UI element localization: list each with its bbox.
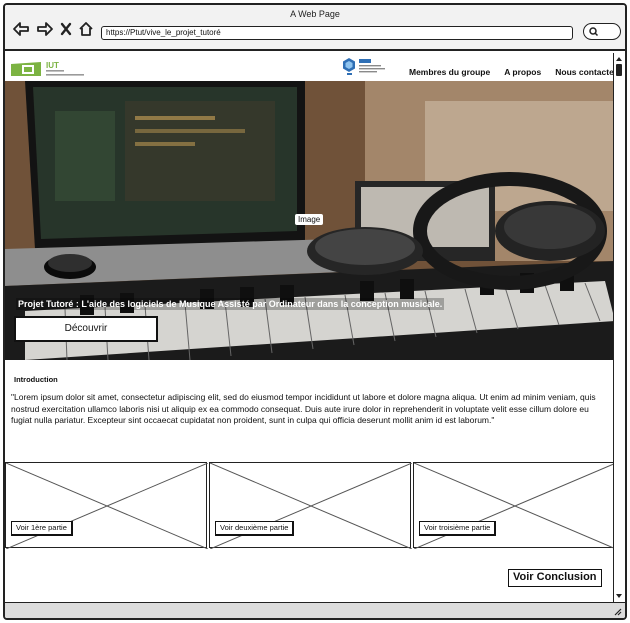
window-title: A Web Page [290, 9, 340, 19]
logo-text: IUT [46, 61, 59, 70]
info-department-logo[interactable] [342, 57, 388, 79]
image-placeholder-label: Image [295, 214, 324, 225]
browser-titlebar: A Web Page https://Ptut/vive_le_projet_t… [5, 5, 625, 51]
nav-link-members[interactable]: Membres du groupe [409, 67, 490, 77]
web-page: IUT Membres du groupe A propos Nous cont… [5, 53, 615, 602]
image-placeholder-icon [414, 463, 615, 549]
nav-link-contact[interactable]: Nous contacter [555, 67, 615, 77]
hero-title: Projet Tutoré : L'aide des logiciels de … [16, 298, 445, 310]
part-2-button[interactable]: Voir deuxième partie [215, 521, 295, 536]
conclusion-button[interactable]: Voir Conclusion [508, 569, 602, 587]
part-1-button[interactable]: Voir 1ère partie [11, 521, 73, 536]
browser-nav-buttons [12, 21, 94, 37]
browser-window: A Web Page https://Ptut/vive_le_projet_t… [3, 3, 627, 620]
site-header: IUT Membres du groupe A propos Nous cont… [5, 53, 615, 81]
nav-link-about[interactable]: A propos [504, 67, 541, 77]
iut-logo[interactable]: IUT [11, 60, 93, 78]
image-placeholder-icon [210, 463, 412, 549]
back-arrow-icon[interactable] [12, 21, 30, 37]
hero-banner: Image Projet Tutoré : L'aide des logicie… [5, 81, 615, 360]
scroll-up-arrow-icon[interactable] [616, 57, 622, 61]
scroll-thumb[interactable] [616, 64, 622, 76]
card-part-3: Voir troisième partie [413, 462, 615, 549]
url-input[interactable]: https://Ptut/vive_le_projet_tutoré [101, 26, 573, 40]
scroll-down-arrow-icon[interactable] [616, 594, 622, 598]
status-bar [5, 602, 625, 618]
resize-grip-icon[interactable] [613, 607, 622, 616]
intro-heading: Introduction [14, 375, 58, 384]
browser-search-button[interactable] [583, 23, 621, 40]
part-3-button[interactable]: Voir troisième partie [419, 521, 497, 536]
card-part-2: Voir deuxième partie [209, 462, 412, 549]
forward-arrow-icon[interactable] [36, 21, 54, 37]
intro-paragraph: "Lorem ipsum dolor sit amet, consectetur… [11, 392, 596, 426]
search-icon [589, 27, 599, 37]
home-icon[interactable] [78, 21, 94, 37]
image-placeholder-icon [6, 463, 208, 549]
close-x-icon[interactable] [60, 22, 72, 36]
vertical-scrollbar[interactable] [613, 53, 625, 602]
card-part-1: Voir 1ère partie [5, 462, 208, 549]
discover-button[interactable]: Découvrir [14, 316, 158, 342]
part-cards: Voir 1ère partie Voir deuxième partie Vo… [5, 462, 615, 549]
main-nav: Membres du groupe A propos Nous contacte… [409, 67, 615, 77]
